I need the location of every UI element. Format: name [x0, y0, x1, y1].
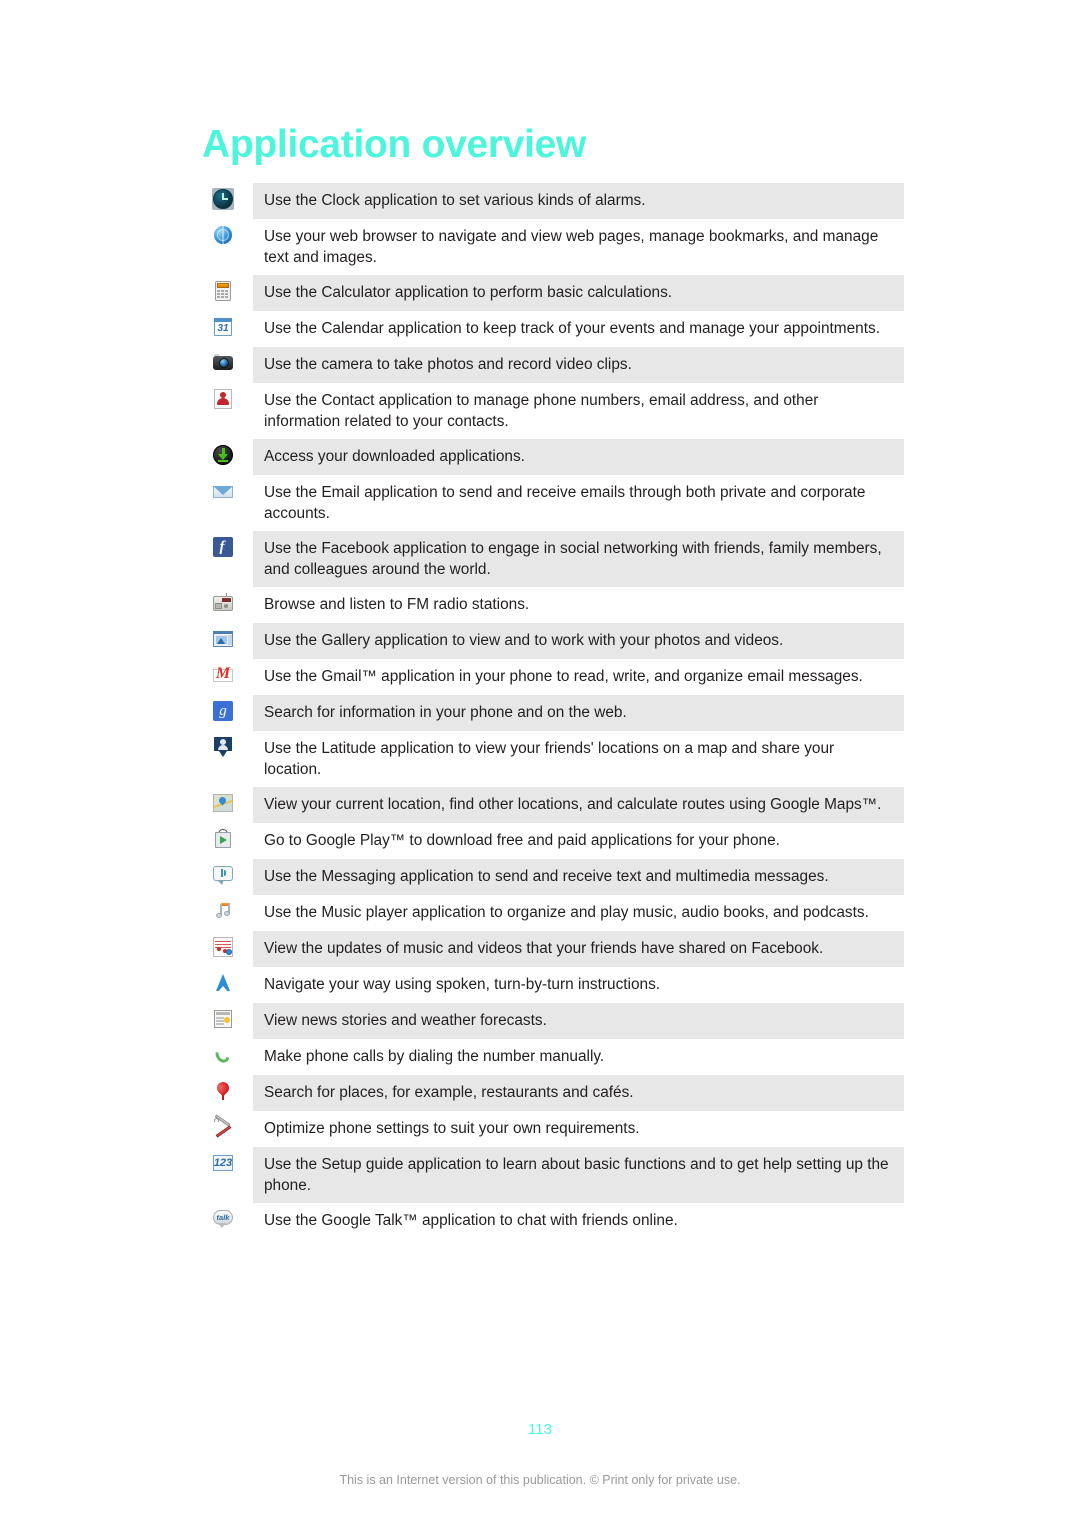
page-number: 113 — [528, 1421, 552, 1438]
row-description: Search for places, for example, restaura… — [264, 1084, 634, 1101]
phone-icon — [204, 1039, 253, 1066]
row-description: Access your downloaded applications. — [264, 448, 525, 465]
table-row: Use your web browser to navigate and vie… — [204, 219, 904, 275]
row-description: View news stories and weather forecasts. — [264, 1012, 547, 1029]
table-row: 123 Use the Setup guide application to le… — [204, 1147, 904, 1203]
table-row: Use the Gallery application to view and … — [204, 623, 904, 659]
table-row: Use the camera to take photos and record… — [204, 347, 904, 383]
calculator-icon — [204, 275, 253, 302]
row-description: View the updates of music and videos tha… — [264, 940, 824, 957]
gmail-icon: M — [204, 659, 253, 686]
row-description: Use the camera to take photos and record… — [264, 356, 632, 373]
application-overview-table: Use the Clock application to set various… — [204, 183, 904, 1239]
table-row: Use the Contact application to manage ph… — [204, 383, 904, 439]
page-title: Application overview — [202, 123, 587, 167]
table-row: Optimize phone settings to suit your own… — [204, 1111, 904, 1147]
row-description: Use the Clock application to set various… — [264, 192, 646, 209]
table-row: Use the Music player application to orga… — [204, 895, 904, 931]
table-row: Use the Clock application to set various… — [204, 183, 904, 219]
document-page: Application overview Use the Clock appli… — [0, 0, 1080, 1527]
row-description: Use the Contact application to manage ph… — [264, 392, 819, 430]
news-weather-icon — [204, 1003, 253, 1030]
row-description: Use the Messaging application to send an… — [264, 868, 829, 885]
row-description: Navigate your way using spoken, turn-by-… — [264, 976, 661, 993]
row-description: Use the Gallery application to view and … — [264, 632, 784, 649]
row-description: Optimize phone settings to suit your own… — [264, 1120, 640, 1137]
table-row: Search for places, for example, restaura… — [204, 1075, 904, 1111]
table-row: Use the Calculator application to perfor… — [204, 275, 904, 311]
row-description: Use the Setup guide application to learn… — [264, 1156, 889, 1194]
table-row: Go to Google Play™ to download free and … — [204, 823, 904, 859]
navigation-icon — [204, 967, 253, 994]
table-row: Access your downloaded applications. — [204, 439, 904, 475]
row-description: Use the Music player application to orga… — [264, 904, 869, 921]
setup-guide-icon: 123 — [213, 1155, 233, 1171]
maps-icon — [204, 787, 253, 814]
google-talk-icon: talk — [204, 1203, 253, 1230]
play-store-icon — [204, 823, 253, 850]
music-unlimited-icon — [204, 931, 253, 958]
messaging-icon — [204, 859, 253, 886]
fm-radio-icon — [204, 587, 253, 614]
clock-icon — [204, 183, 253, 210]
contacts-icon — [204, 383, 253, 410]
row-description: Browse and listen to FM radio stations. — [264, 596, 530, 613]
row-description: Use the Facebook application to engage i… — [264, 540, 882, 578]
row-description: Use your web browser to navigate and vie… — [264, 228, 879, 266]
footer-note: This is an Internet version of this publ… — [339, 1473, 741, 1487]
row-description: View your current location, find other l… — [264, 796, 882, 813]
table-row: talk Use the Google Talk™ application to … — [204, 1203, 904, 1239]
table-row: View the updates of music and videos tha… — [204, 931, 904, 967]
gallery-icon — [204, 623, 253, 650]
table-row: Use the Latitude application to view you… — [204, 731, 904, 787]
browser-icon — [204, 219, 253, 246]
google-search-icon: g — [204, 695, 253, 722]
calendar-icon: 31 — [204, 311, 253, 338]
table-row: View your current location, find other l… — [204, 787, 904, 823]
row-description: Use the Email application to send and re… — [264, 484, 866, 522]
camera-icon — [204, 347, 253, 374]
table-row: Browse and listen to FM radio stations. — [204, 587, 904, 623]
facebook-icon: f — [204, 531, 253, 558]
table-row: g Search for information in your phone an… — [204, 695, 904, 731]
row-description: Go to Google Play™ to download free and … — [264, 832, 780, 849]
table-row: f Use the Facebook application to engage … — [204, 531, 904, 587]
table-row: M Use the Gmail™ application in your phon… — [204, 659, 904, 695]
row-description: Use the Gmail™ application in your phone… — [264, 668, 863, 685]
settings-icon — [204, 1111, 253, 1138]
downloads-icon — [204, 439, 253, 466]
row-description: Use the Google Talk™ application to chat… — [264, 1212, 678, 1229]
row-description: Make phone calls by dialing the number m… — [264, 1048, 605, 1065]
latitude-icon — [204, 731, 253, 758]
places-icon — [204, 1075, 253, 1102]
row-description: Use the Latitude application to view you… — [264, 740, 835, 778]
table-row: 31 Use the Calendar application to keep t… — [204, 311, 904, 347]
table-row: Navigate your way using spoken, turn-by-… — [204, 967, 904, 1003]
table-row: Use the Email application to send and re… — [204, 475, 904, 531]
table-row: View news stories and weather forecasts. — [204, 1003, 904, 1039]
row-description: Use the Calendar application to keep tra… — [264, 320, 880, 337]
music-icon — [204, 895, 253, 922]
table-row: Use the Messaging application to send an… — [204, 859, 904, 895]
row-description: Search for information in your phone and… — [264, 704, 627, 721]
row-description: Use the Calculator application to perfor… — [264, 284, 673, 301]
table-row: Make phone calls by dialing the number m… — [204, 1039, 904, 1075]
email-icon — [204, 475, 253, 502]
